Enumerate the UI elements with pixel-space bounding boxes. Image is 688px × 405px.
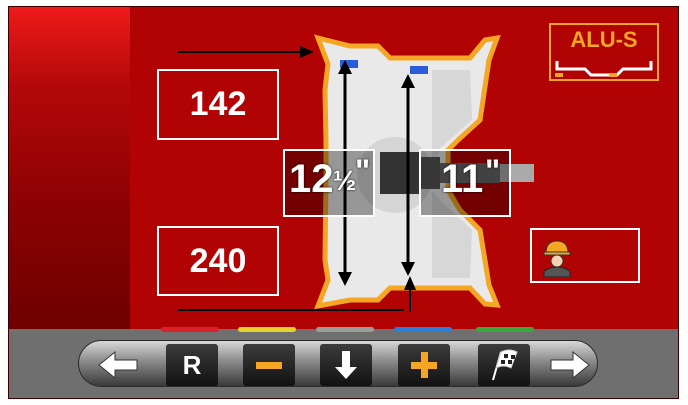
operator-icon xyxy=(543,240,571,277)
arrow-down-icon xyxy=(335,351,357,379)
left-diameter-box: 12 ½ " xyxy=(283,149,375,217)
right-diameter-unit: " xyxy=(485,153,501,189)
arrow-right-icon xyxy=(550,350,590,380)
right-diameter-value: 11 xyxy=(441,157,484,201)
right-diameter-box: 11 " xyxy=(419,149,511,217)
reset-label: R xyxy=(182,349,202,380)
down-button[interactable] xyxy=(320,344,372,386)
top-distance-value: 142 xyxy=(157,69,279,140)
arrow-left-icon xyxy=(98,350,138,380)
left-diameter-unit: " xyxy=(355,153,371,189)
minus-icon xyxy=(256,362,282,369)
green-function-tab xyxy=(476,327,534,332)
checkered-flag-icon xyxy=(492,349,518,381)
back-button[interactable] xyxy=(88,344,148,386)
plus-button[interactable] xyxy=(398,344,450,386)
finish-button[interactable] xyxy=(478,344,530,386)
gray-function-tab xyxy=(316,327,374,332)
yellow-function-tab xyxy=(238,327,296,332)
alu-mode-badge[interactable]: ALU-S xyxy=(549,23,659,81)
reset-button[interactable]: R xyxy=(166,344,218,386)
operator-box[interactable] xyxy=(530,228,640,283)
alu-mode-label: ALU-S xyxy=(570,27,638,52)
bottom-distance-value: 240 xyxy=(157,226,279,296)
left-gradient-strip xyxy=(9,7,130,329)
left-diameter-fraction: ½ xyxy=(333,165,357,196)
red-function-tab xyxy=(161,327,219,332)
alu-rim-profile-icon xyxy=(555,61,653,77)
forward-button[interactable] xyxy=(540,344,600,386)
left-diameter-whole: 12 xyxy=(289,157,334,201)
plus-icon xyxy=(411,352,437,378)
minus-button[interactable] xyxy=(243,344,295,386)
blue-function-tab xyxy=(394,327,452,332)
